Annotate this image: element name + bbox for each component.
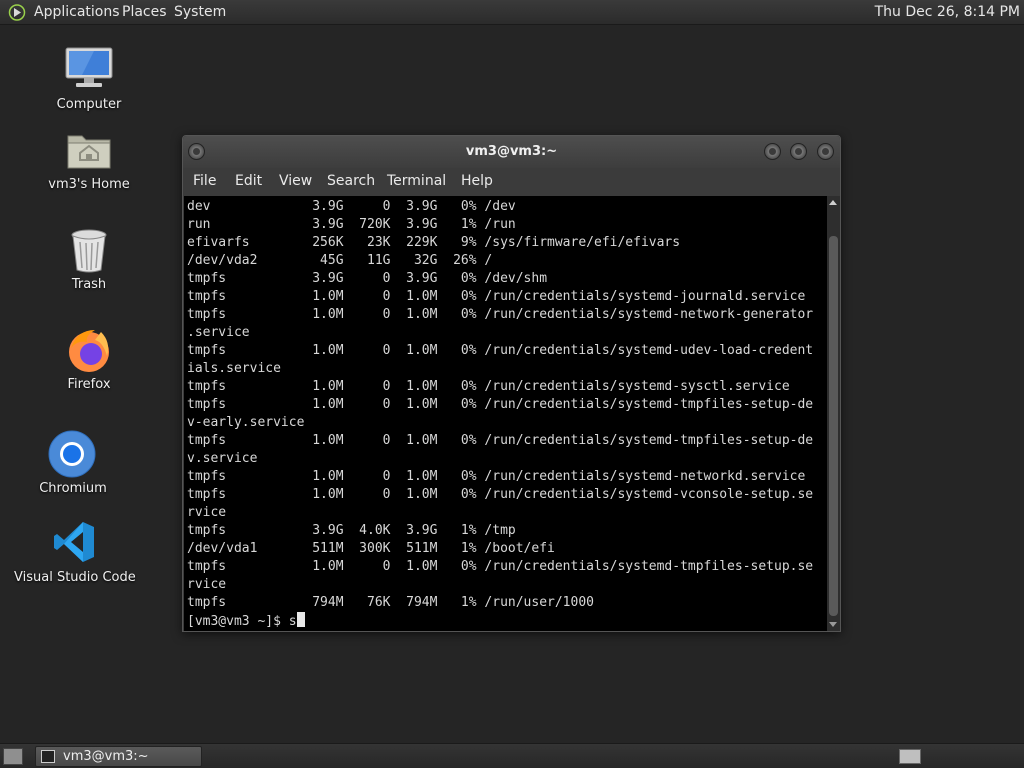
terminal-icon	[41, 750, 55, 763]
terminal-line: /dev/vda2 45G 11G 32G 26% /	[187, 253, 493, 268]
desktop-icon-label: Visual Studio Code	[14, 570, 136, 585]
home-folder-icon	[67, 135, 111, 169]
terminal-window[interactable]: vm3@vm3:~ File Edit View Search Terminal…	[182, 135, 841, 632]
terminal-line: rvice	[187, 577, 227, 592]
desktop-icon-label: Trash	[71, 277, 107, 292]
menu-applications[interactable]: Applications	[34, 4, 120, 20]
firefox-icon	[69, 330, 109, 372]
maximize-button[interactable]	[790, 143, 807, 160]
desktop-icon-firefox[interactable]: Firefox	[44, 326, 134, 396]
vscode-icon	[54, 522, 94, 562]
desktop-icon-vscode[interactable]: Visual Studio Code	[14, 520, 136, 588]
taskbar-window-label: vm3@vm3:~	[63, 749, 149, 764]
taskbar-window-button[interactable]: vm3@vm3:~	[35, 746, 202, 767]
desktop-icon-label: Firefox	[67, 377, 111, 392]
desktop-icon-computer[interactable]: Computer	[44, 44, 134, 116]
terminal-line: tmpfs 1.0M 0 1.0M 0% /run/credentials/sy…	[187, 307, 814, 322]
scroll-up-icon[interactable]	[829, 200, 837, 205]
terminal-line: v-early.service	[187, 415, 305, 430]
terminal-line: tmpfs 1.0M 0 1.0M 0% /run/credentials/sy…	[187, 379, 790, 394]
menu-system[interactable]: System	[174, 4, 226, 20]
desktop-icon-chromium[interactable]: Chromium	[28, 430, 118, 498]
desktop-icon-label: Computer	[56, 97, 122, 112]
terminal-line: tmpfs 1.0M 0 1.0M 0% /run/credentials/sy…	[187, 397, 814, 412]
title-bar[interactable]: vm3@vm3:~	[183, 136, 840, 168]
terminal-prompt-line[interactable]: [vm3@vm3 ~]$ s	[187, 612, 813, 631]
terminal-line: efivarfs 256K 23K 229K 9% /sys/firmware/…	[187, 235, 681, 250]
terminal-line: tmpfs 794M 76K 794M 1% /run/user/1000	[187, 595, 594, 610]
command-input[interactable]: s	[289, 614, 297, 629]
terminal-line: run 3.9G 720K 3.9G 1% /run	[187, 217, 516, 232]
desktop-icon-label: Chromium	[39, 481, 107, 496]
minimize-button[interactable]	[764, 143, 781, 160]
terminal-line: .service	[187, 325, 250, 340]
menu-edit[interactable]: Edit	[235, 173, 262, 189]
trash-icon	[71, 229, 107, 273]
terminal-line: v.service	[187, 451, 258, 466]
menu-bar: File Edit View Search Terminal Help	[183, 168, 840, 196]
scrollbar[interactable]	[827, 196, 840, 631]
desktop-icon-trash[interactable]: Trash	[44, 228, 134, 296]
menu-places[interactable]: Places	[122, 4, 167, 20]
menu-search[interactable]: Search	[327, 173, 375, 189]
menu-terminal[interactable]: Terminal	[387, 173, 446, 189]
scroll-down-icon[interactable]	[829, 622, 837, 627]
menu-file[interactable]: File	[193, 173, 216, 189]
show-desktop-icon[interactable]	[3, 748, 23, 765]
terminal-line: ials.service	[187, 361, 281, 376]
text-cursor	[296, 612, 305, 627]
applications-logo-icon[interactable]	[8, 4, 26, 21]
close-button[interactable]	[817, 143, 834, 160]
terminal-line: tmpfs 1.0M 0 1.0M 0% /run/credentials/sy…	[187, 433, 814, 448]
clock[interactable]: Thu Dec 26, 8:14 PM	[875, 4, 1020, 20]
window-title: vm3@vm3:~	[465, 144, 558, 159]
desktop-icon-label: vm3's Home	[48, 177, 130, 192]
terminal-line: /dev/vda1 511M 300K 511M 1% /boot/efi	[187, 541, 555, 556]
terminal-text: dev 3.9G 0 3.9G 0% /dev run 3.9G 720K 3.9…	[187, 198, 813, 631]
terminal-line: rvice	[187, 505, 227, 520]
terminal-line: tmpfs 1.0M 0 1.0M 0% /run/credentials/sy…	[187, 289, 806, 304]
prompt: [vm3@vm3 ~]$	[187, 614, 289, 629]
terminal-line: dev 3.9G 0 3.9G 0% /dev	[187, 199, 516, 214]
menu-view[interactable]: View	[279, 173, 312, 189]
computer-icon	[65, 47, 113, 87]
terminal-line: tmpfs 1.0M 0 1.0M 0% /run/credentials/sy…	[187, 469, 806, 484]
top-panel: Applications Places System Thu Dec 26, 8…	[0, 0, 1024, 25]
terminal-output[interactable]: dev 3.9G 0 3.9G 0% /dev run 3.9G 720K 3.9…	[184, 196, 827, 631]
terminal-line: tmpfs 3.9G 0 3.9G 0% /dev/shm	[187, 271, 548, 286]
menu-help[interactable]: Help	[461, 173, 493, 189]
terminal-line: tmpfs 1.0M 0 1.0M 0% /run/credentials/sy…	[187, 487, 814, 502]
terminal-line: tmpfs 1.0M 0 1.0M 0% /run/credentials/sy…	[187, 343, 814, 358]
terminal-line: tmpfs 1.0M 0 1.0M 0% /run/credentials/sy…	[187, 559, 814, 574]
scrollbar-thumb[interactable]	[829, 236, 838, 616]
terminal-line: tmpfs 3.9G 4.0K 3.9G 1% /tmp	[187, 523, 516, 538]
workspace-switcher[interactable]	[899, 749, 921, 764]
desktop-icon-home[interactable]: vm3's Home	[44, 128, 134, 196]
chromium-icon	[48, 430, 96, 478]
bottom-panel: vm3@vm3:~	[0, 743, 1024, 768]
